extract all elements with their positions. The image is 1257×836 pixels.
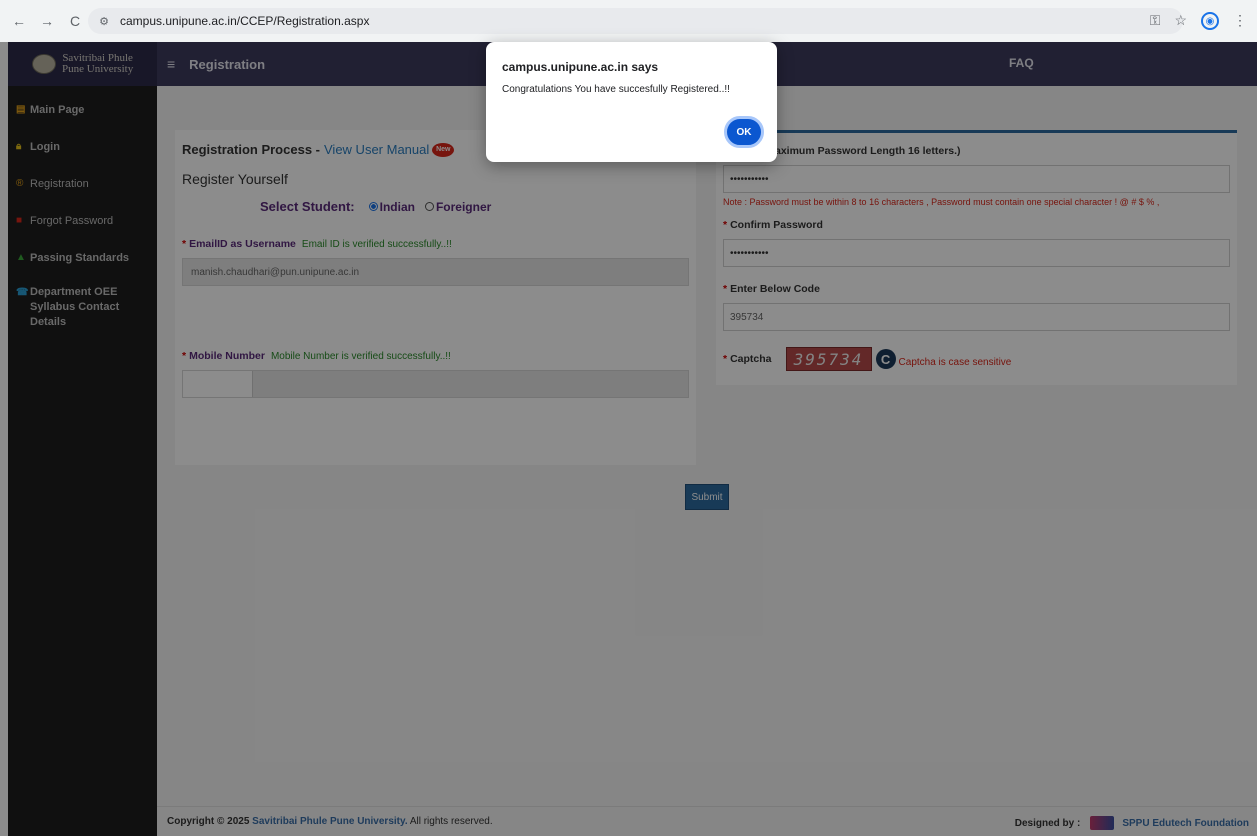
password-key-icon[interactable]: ⚿ <box>1150 12 1161 30</box>
alert-title: campus.unipune.ac.in says <box>502 60 659 74</box>
browser-toolbar: ← → C ⚙ campus.unipune.ac.in/CCEP/Regist… <box>0 0 1257 42</box>
ok-button[interactable]: OK <box>724 116 764 148</box>
profile-icon[interactable]: ◉ <box>1201 12 1219 30</box>
alert-dialog: campus.unipune.ac.in says Congratulation… <box>486 42 777 162</box>
reload-icon[interactable]: C <box>64 10 86 32</box>
back-icon[interactable]: ← <box>8 10 30 32</box>
browser-actions: ⚿ ☆ ◉ ⋮ <box>1150 12 1247 30</box>
menu-dots-icon[interactable]: ⋮ <box>1233 12 1247 30</box>
forward-icon[interactable]: → <box>36 10 58 32</box>
url-text: campus.unipune.ac.in/CCEP/Registration.a… <box>120 14 370 28</box>
alert-message: Congratulations You have succesfully Reg… <box>502 84 730 95</box>
bookmark-star-icon[interactable]: ☆ <box>1174 12 1187 30</box>
address-bar[interactable]: ⚙ campus.unipune.ac.in/CCEP/Registration… <box>88 8 1183 34</box>
site-settings-icon[interactable]: ⚙ <box>96 13 112 29</box>
